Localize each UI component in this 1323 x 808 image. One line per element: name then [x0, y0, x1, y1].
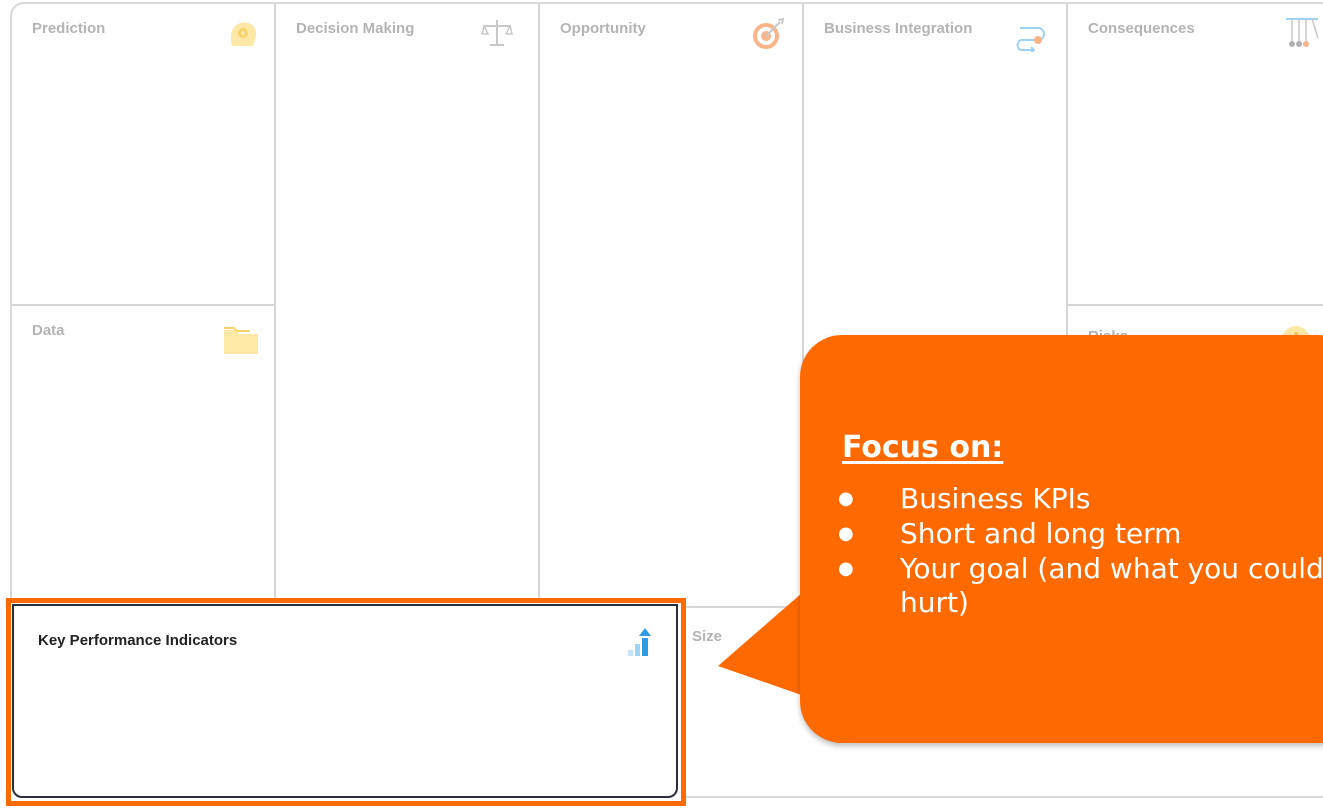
chart-up-icon	[628, 628, 651, 656]
cell-title: Business Integration	[824, 20, 973, 37]
bullet-icon: ●	[838, 523, 854, 544]
callout-bullet: Your goal (and what you could hurt)	[900, 552, 1323, 619]
bullet-icon: ●	[838, 488, 854, 509]
callout-heading: Focus on:	[842, 430, 1004, 465]
cell-title: Data	[32, 322, 65, 339]
flow-arrows-icon	[1016, 27, 1045, 52]
target-icon	[753, 17, 785, 49]
cell-prediction[interactable]: Prediction	[12, 4, 276, 306]
highlighted-kpi-cell[interactable]: Key Performance Indicators	[6, 598, 686, 806]
folder-icon	[224, 327, 258, 354]
list-item: ● Your goal (and what you could hurt)	[838, 552, 1323, 620]
cell-title: Decision Making	[296, 20, 415, 37]
callout-list: ● Business KPIs ● Short and long term ● You…	[838, 482, 1323, 621]
cell-opportunity[interactable]: Opportunity	[540, 4, 804, 608]
cell-decision-making[interactable]: Decision Making	[276, 4, 540, 608]
callout-bullet: Short and long term	[900, 517, 1182, 550]
focus-callout: Focus on: ● Business KPIs ● Short and long…	[800, 335, 1323, 743]
cell-title: Consequences	[1088, 20, 1195, 37]
callout-bullet: Business KPIs	[900, 482, 1091, 515]
list-item: ● Business KPIs	[838, 482, 1323, 516]
cell-title: Opportunity	[560, 20, 646, 37]
cell-consequences[interactable]: Consequences	[1068, 4, 1323, 306]
scales-icon	[481, 20, 513, 46]
cell-title: Prediction	[32, 20, 106, 37]
kpi-title: Key Performance Indicators	[38, 632, 238, 649]
pendulum-icon	[1286, 18, 1319, 47]
bullet-icon: ●	[838, 558, 854, 579]
head-gear-icon	[230, 22, 256, 46]
list-item: ● Short and long term	[838, 517, 1323, 551]
kpi-inner-frame: Key Performance Indicators	[12, 604, 678, 798]
cell-data[interactable]: Data	[12, 306, 276, 606]
